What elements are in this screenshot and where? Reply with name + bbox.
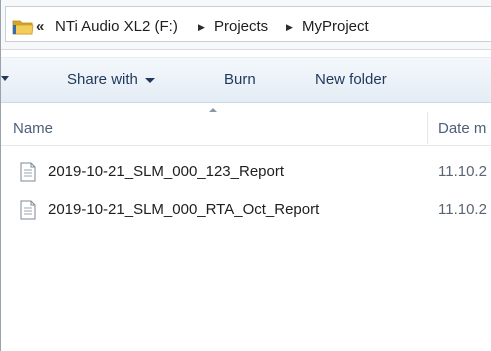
sort-ascending-icon [209, 108, 217, 112]
file-name: 2019-10-21_SLM_000_RTA_Oct_Report [48, 201, 320, 218]
file-date-modified: 11.10.2 [438, 201, 487, 218]
text-document-icon [20, 162, 36, 182]
breadcrumb-overflow-button[interactable]: « [36, 18, 44, 36]
new-folder-button[interactable]: New folder [315, 70, 387, 90]
breadcrumb-item-projects[interactable]: Projects [214, 18, 268, 36]
share-with-label: Share with [67, 71, 138, 88]
command-toolbar: Share with Burn New folder [1, 57, 491, 103]
text-document-icon [20, 200, 36, 220]
folder-icon [12, 18, 34, 36]
column-divider[interactable] [427, 112, 428, 144]
breadcrumb-separator-icon[interactable]: ▶ [286, 18, 293, 36]
organize-dropdown-caret-icon[interactable] [1, 76, 9, 81]
breadcrumb-item-drive[interactable]: NTi Audio XL2 (F:) [55, 18, 178, 36]
explorer-window: « NTi Audio XL2 (F:) ▶ Projects ▶ MyProj… [0, 0, 491, 351]
list-item[interactable]: 2019-10-21_SLM_000_123_Report 11.10.2 [1, 160, 491, 184]
column-header-name[interactable]: Name [13, 120, 53, 138]
column-header-date-modified[interactable]: Date m [438, 120, 486, 138]
breadcrumb-separator-icon[interactable]: ▶ [198, 18, 205, 36]
breadcrumb[interactable]: « NTi Audio XL2 (F:) ▶ Projects ▶ MyProj… [5, 6, 491, 42]
file-name: 2019-10-21_SLM_000_123_Report [48, 163, 285, 180]
file-date-modified: 11.10.2 [438, 163, 487, 180]
breadcrumb-item-myproject[interactable]: MyProject [302, 18, 369, 36]
list-item[interactable]: 2019-10-21_SLM_000_RTA_Oct_Report 11.10.… [1, 198, 491, 222]
chevron-down-icon [144, 77, 155, 83]
address-bar: « NTi Audio XL2 (F:) ▶ Projects ▶ MyProj… [1, 0, 491, 50]
column-header-row: Name Date m [1, 108, 491, 146]
burn-button[interactable]: Burn [224, 70, 256, 90]
share-with-button[interactable]: Share with [67, 70, 155, 90]
